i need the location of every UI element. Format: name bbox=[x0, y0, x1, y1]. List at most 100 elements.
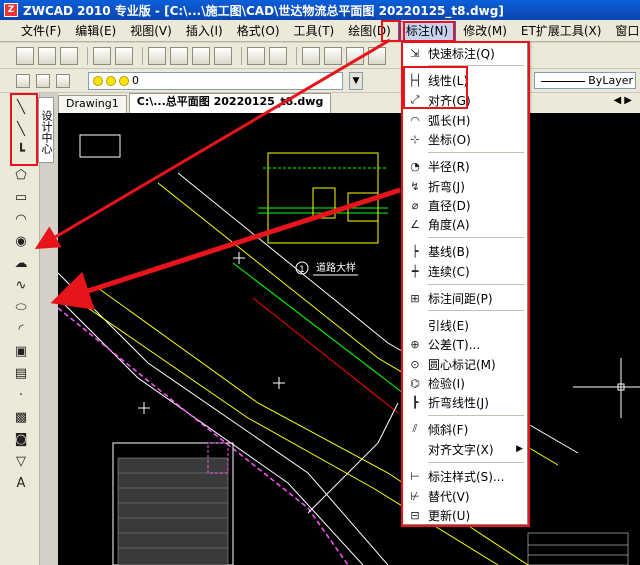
menu-jogged-linear[interactable]: ┣ 折弯线性(J) bbox=[402, 392, 527, 412]
linetype-combo[interactable]: ByLayer bbox=[534, 72, 636, 89]
standard-toolbar bbox=[0, 43, 640, 69]
ellipse-arc-icon[interactable]: ◜ bbox=[12, 321, 30, 339]
menu-baseline[interactable]: ┝ 基线(B) bbox=[402, 241, 527, 261]
revision-cloud-icon[interactable]: ☁ bbox=[12, 255, 30, 273]
angle-icon: ∠ bbox=[410, 217, 420, 231]
menu-view[interactable]: 视图(V) bbox=[123, 21, 179, 41]
menu-arc-length[interactable]: ◠ 弧长(H) bbox=[402, 110, 527, 130]
tab-site-plan[interactable]: C:\...总平面图 20220125_t8.dwg bbox=[128, 93, 332, 113]
layer-dropdown-arrow[interactable]: ▼ bbox=[349, 71, 363, 90]
layer-state-icon[interactable] bbox=[36, 73, 50, 88]
hatch-tool-icon[interactable]: ▩ bbox=[12, 409, 30, 427]
region-tool-icon[interactable]: ◙ bbox=[12, 431, 30, 449]
menu-jogged[interactable]: ↯ 折弯(J) bbox=[402, 176, 527, 196]
menu-inspection[interactable]: ⌬ 检验(I) bbox=[402, 373, 527, 393]
circle-tool-icon[interactable]: ◉ bbox=[12, 233, 30, 251]
layer-dropdown[interactable]: 0 bbox=[88, 71, 343, 90]
tab-drawing1[interactable]: Drawing1 bbox=[58, 95, 127, 113]
polyline-tool-icon[interactable]: ┗ bbox=[12, 143, 30, 161]
menu-item-label: 角度(A) bbox=[428, 217, 470, 232]
menu-dimension-style[interactable]: ⊢ 标注样式(S)... bbox=[402, 466, 527, 486]
point-tool-icon[interactable]: · bbox=[12, 387, 30, 405]
linear-dimension-icon: ├┤ bbox=[408, 73, 422, 87]
menu-linear[interactable]: ├┤ 线性(L) bbox=[402, 70, 527, 90]
menu-override[interactable]: ⊬ 替代(V) bbox=[402, 486, 527, 506]
menu-item-label: 标注样式(S)... bbox=[428, 469, 505, 484]
crosshair-cursor bbox=[573, 358, 640, 418]
document-tabs: Drawing1 C:\...总平面图 20220125_t8.dwg ◀ ▶ bbox=[58, 93, 640, 113]
menu-quick-dimension[interactable]: ⇲ 快速标注(Q) bbox=[402, 43, 527, 63]
new-file-icon[interactable] bbox=[16, 46, 34, 65]
menu-diameter[interactable]: ⌀ 直径(D) bbox=[402, 195, 527, 215]
menu-dimension-space[interactable]: ⊞ 标注间距(P) bbox=[402, 288, 527, 308]
print-icon[interactable] bbox=[93, 46, 111, 65]
spline-tool-icon[interactable]: ∿ bbox=[12, 277, 30, 295]
polygon-tool-icon[interactable]: ⬠ bbox=[12, 167, 30, 185]
print-preview-icon[interactable] bbox=[115, 46, 133, 65]
zoom-window-icon[interactable] bbox=[346, 46, 364, 65]
center-mark-icon: ⊙ bbox=[410, 357, 420, 371]
copy-icon[interactable] bbox=[170, 46, 188, 65]
ellipse-tool-icon[interactable]: ⬭ bbox=[12, 299, 30, 317]
menu-edit[interactable]: 编辑(E) bbox=[68, 21, 123, 41]
tab-nav-arrows[interactable]: ◀ ▶ bbox=[613, 95, 632, 106]
menu-ordinate[interactable]: ⊹ 坐标(O) bbox=[402, 129, 527, 149]
app-icon[interactable]: Z bbox=[4, 3, 18, 17]
menu-item-label: 弧长(H) bbox=[428, 113, 471, 128]
paste-icon[interactable] bbox=[192, 46, 210, 65]
match-properties-icon[interactable] bbox=[214, 46, 232, 65]
menu-item-label: 圆心标记(M) bbox=[428, 357, 496, 372]
draw-toolbar: ╲ ╲ ┗ ⬠ ▭ ◠ ◉ ☁ ∿ ⬭ ◜ ▣ ▤ · ▩ ◙ ▽ A bbox=[0, 93, 40, 565]
arc-tool-icon[interactable]: ◠ bbox=[12, 211, 30, 229]
menu-et-tools[interactable]: ET扩展工具(X) bbox=[514, 21, 609, 41]
menu-item-label: 直径(D) bbox=[428, 198, 471, 213]
menu-continue[interactable]: ┿ 连续(C) bbox=[402, 261, 527, 281]
undo-icon[interactable] bbox=[247, 46, 265, 65]
open-file-icon[interactable] bbox=[38, 46, 56, 65]
arc-length-icon: ◠ bbox=[410, 113, 420, 127]
menu-format[interactable]: 格式(O) bbox=[230, 21, 287, 41]
make-block-icon[interactable]: ▤ bbox=[12, 365, 30, 383]
menu-update[interactable]: ⊟ 更新(U) bbox=[402, 505, 527, 525]
menu-dimension[interactable]: 标注(N) bbox=[397, 20, 457, 41]
menu-center-mark[interactable]: ⊙ 圆心标记(M) bbox=[402, 354, 527, 374]
save-icon[interactable] bbox=[60, 46, 78, 65]
menu-align-text[interactable]: 对齐文字(X) ▶ bbox=[402, 439, 527, 459]
menu-modify[interactable]: 修改(M) bbox=[456, 21, 514, 41]
text-tool-icon[interactable]: A bbox=[12, 475, 30, 493]
jogged-icon: ↯ bbox=[410, 179, 420, 193]
gradient-tool-icon[interactable]: ▽ bbox=[12, 453, 30, 471]
line-tool-icon[interactable]: ╲ bbox=[12, 99, 30, 117]
menu-separator bbox=[428, 284, 524, 285]
pan-icon[interactable] bbox=[302, 46, 320, 65]
menu-window[interactable]: 窗口 bbox=[608, 21, 640, 41]
ray-tool-icon[interactable]: ╲ bbox=[12, 121, 30, 139]
menu-separator bbox=[428, 462, 524, 463]
menu-item-label: 半径(R) bbox=[428, 159, 470, 174]
menu-leader[interactable]: 引线(E) bbox=[402, 315, 527, 335]
rectangle-tool-icon[interactable]: ▭ bbox=[12, 189, 30, 207]
redo-icon[interactable] bbox=[269, 46, 287, 65]
menu-oblique[interactable]: ⫽ 倾斜(F) bbox=[402, 419, 527, 439]
zoom-previous-icon[interactable] bbox=[368, 46, 386, 65]
menu-aligned[interactable]: ⤢ 对齐(G) bbox=[402, 90, 527, 110]
oblique-icon: ⫽ bbox=[412, 422, 418, 435]
menu-item-label: 折弯线性(J) bbox=[428, 395, 489, 410]
insert-block-icon[interactable]: ▣ bbox=[12, 343, 30, 361]
menu-file[interactable]: 文件(F) bbox=[14, 21, 68, 41]
menu-insert[interactable]: 插入(I) bbox=[179, 21, 230, 41]
menu-separator bbox=[428, 415, 524, 416]
layer-previous-icon[interactable] bbox=[56, 73, 70, 88]
menu-radius[interactable]: ◔ 半径(R) bbox=[402, 156, 527, 176]
design-center-tab[interactable]: 设计中心 bbox=[38, 97, 54, 163]
blank-icon bbox=[406, 316, 424, 334]
drawing-canvas[interactable]: 1 道路大样 bbox=[58, 113, 640, 565]
cut-icon[interactable] bbox=[148, 46, 166, 65]
override-icon: ⊬ bbox=[410, 489, 420, 503]
zoom-icon[interactable] bbox=[324, 46, 342, 65]
layer-manager-icon[interactable] bbox=[16, 73, 30, 88]
menu-angle[interactable]: ∠ 角度(A) bbox=[402, 214, 527, 234]
menu-tolerance[interactable]: ⊕ 公差(T)... bbox=[402, 334, 527, 354]
menu-draw[interactable]: 绘图(D) bbox=[341, 21, 398, 41]
menu-tools[interactable]: 工具(T) bbox=[287, 21, 342, 41]
